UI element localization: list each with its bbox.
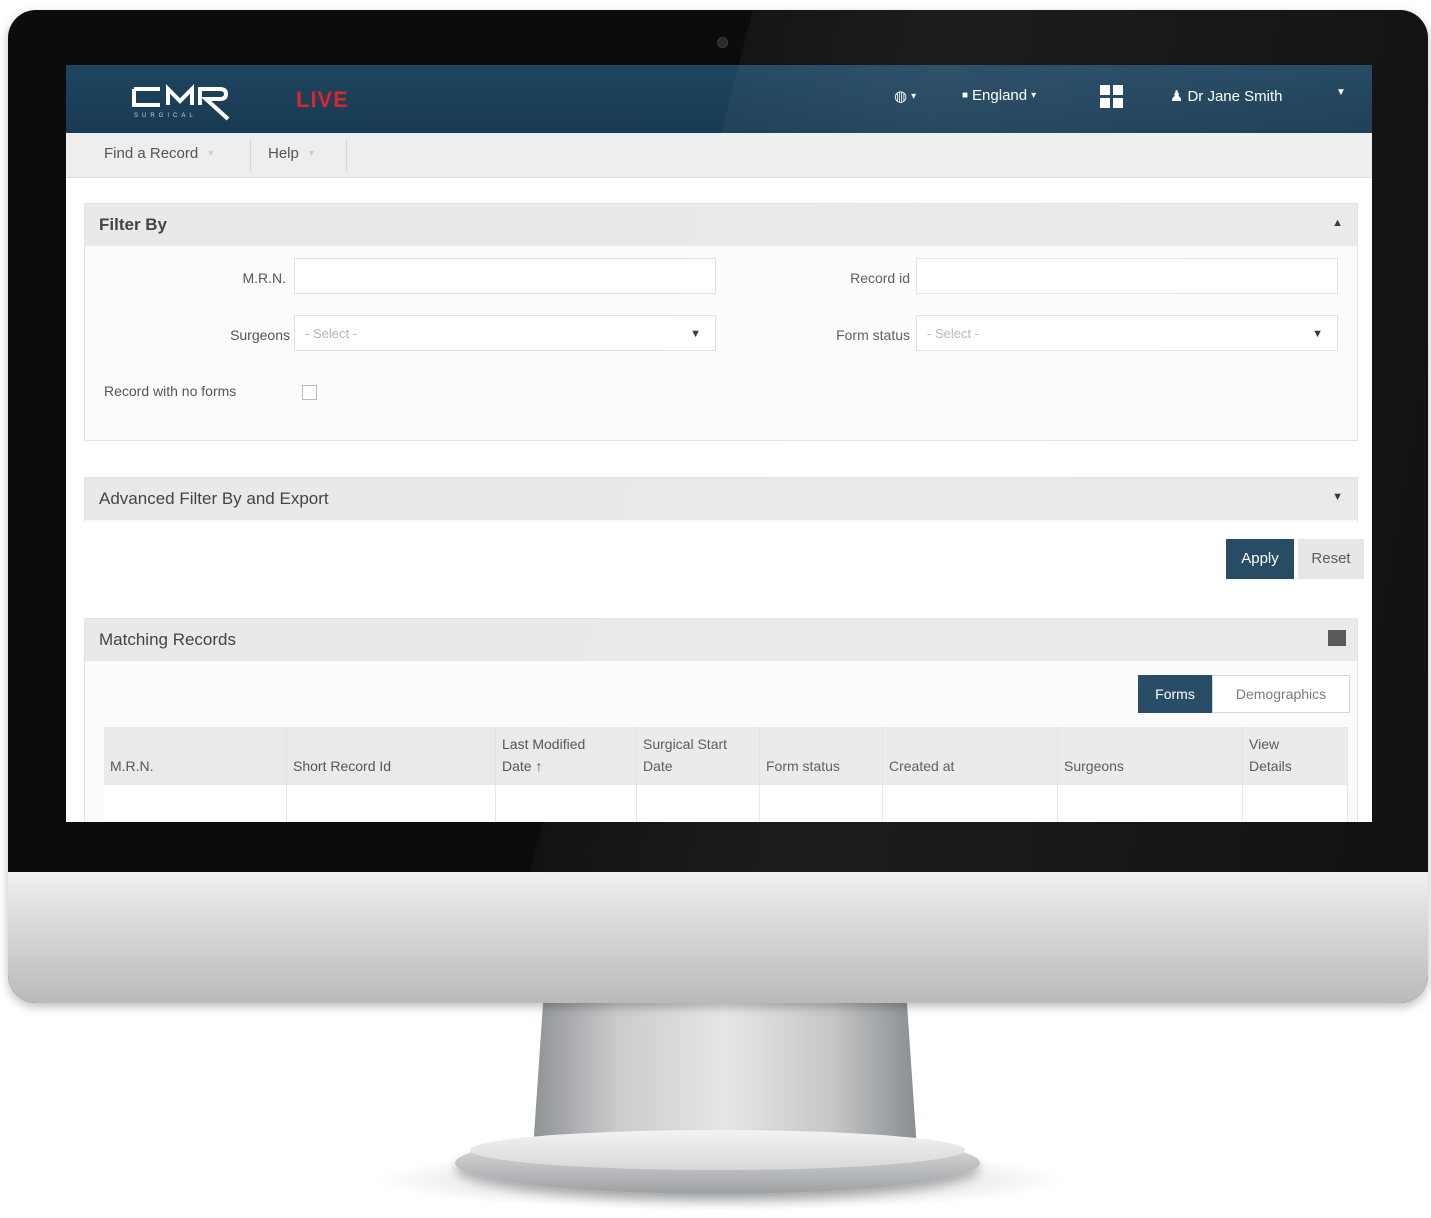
column-header-created-at[interactable]: Created at: [882, 727, 1058, 785]
table-cell: [759, 785, 883, 822]
column-header-mrn[interactable]: M.R.N.: [104, 727, 287, 785]
country-label: England: [972, 87, 1028, 104]
table-cell: [882, 785, 1058, 822]
table-cell: [1057, 785, 1243, 822]
record-id-input[interactable]: [916, 258, 1338, 294]
no-forms-checkbox[interactable]: [302, 385, 317, 400]
secondary-nav: Find a Record ▾ Help ▾: [66, 133, 1372, 178]
expand-icon[interactable]: ▼: [1332, 491, 1343, 503]
nav-divider: [346, 139, 347, 171]
table-cell: [495, 785, 637, 822]
table-row[interactable]: [104, 785, 1348, 822]
nav-find-a-record[interactable]: Find a Record ▾: [104, 145, 213, 162]
matching-records-title: Matching Records: [99, 630, 237, 649]
chevron-down-icon: ▼: [1336, 87, 1346, 98]
column-header-short-record-id[interactable]: Short Record Id: [286, 727, 496, 785]
chevron-down-icon: ▾: [911, 90, 917, 102]
table-menu-icon[interactable]: [1328, 630, 1346, 646]
table-cell: [104, 785, 287, 822]
filter-panel-header[interactable]: Filter By ▲: [85, 204, 1357, 246]
table-cell: [286, 785, 496, 822]
advanced-filter-header[interactable]: Advanced Filter By and Export ▼: [85, 478, 1357, 520]
globe-icon: ◍: [894, 88, 908, 105]
chevron-down-icon: ▼: [690, 328, 701, 340]
column-header-last-modified[interactable]: Last Modified Date ↑: [495, 727, 637, 785]
monitor: SURGICAL LIVE ◍ ▾ ■ England ▾ ♟ Dr Jane …: [8, 10, 1428, 1003]
advanced-filter-panel: Advanced Filter By and Export ▼: [84, 477, 1358, 522]
screen: SURGICAL LIVE ◍ ▾ ■ England ▾ ♟ Dr Jane …: [66, 65, 1372, 822]
user-icon: ♟: [1170, 88, 1184, 105]
form-status-select[interactable]: - Select - ▼: [916, 315, 1338, 351]
matching-records-header: Matching Records: [85, 619, 1357, 661]
table-cell: [636, 785, 760, 822]
filter-panel-title: Filter By: [99, 215, 168, 234]
monitor-stand-base-top: [470, 1130, 965, 1170]
mrn-label: M.R.N.: [242, 270, 286, 286]
chevron-down-icon: ▾: [308, 148, 314, 159]
camera-icon: [717, 37, 728, 48]
no-forms-label: Record with no forms: [104, 383, 237, 399]
form-status-label: Form status: [836, 327, 910, 343]
country-menu[interactable]: ■ England ▾: [962, 87, 1036, 104]
records-table: M.R.N. Short Record Id Last Modified Date…: [104, 727, 1348, 822]
table-header-row: M.R.N. Short Record Id Last Modified Date…: [104, 727, 1348, 785]
forms-view-toggle[interactable]: Forms: [1138, 675, 1212, 713]
apps-menu[interactable]: [1100, 85, 1123, 108]
chevron-down-icon: ▾: [208, 148, 214, 159]
flag-icon: ■: [962, 90, 969, 101]
form-status-select-value: - Select -: [927, 326, 980, 341]
surgeons-select-value: - Select -: [305, 326, 358, 341]
table-cell: [1242, 785, 1348, 822]
logo-subtext: SURGICAL: [134, 113, 197, 119]
mrn-input[interactable]: [294, 258, 716, 294]
chevron-down-icon: ▼: [1312, 328, 1323, 340]
user-menu-toggle[interactable]: ▼: [1336, 87, 1346, 98]
column-header-surgeons[interactable]: Surgeons: [1057, 727, 1243, 785]
nav-help[interactable]: Help ▾: [268, 145, 314, 162]
reset-button[interactable]: Reset: [1298, 539, 1364, 579]
column-header-form-status[interactable]: Form status: [759, 727, 883, 785]
column-header-surgical-start[interactable]: Surgical Start Date: [636, 727, 760, 785]
user-name: Dr Jane Smith: [1187, 87, 1283, 105]
grid-icon: [1100, 85, 1123, 108]
language-menu[interactable]: ◍ ▾: [894, 87, 916, 105]
top-navbar: SURGICAL LIVE ◍ ▾ ■ England ▾ ♟ Dr Jane …: [66, 65, 1372, 133]
apply-button[interactable]: Apply: [1226, 539, 1294, 579]
user-menu[interactable]: ♟ Dr Jane Smith: [1170, 87, 1283, 106]
monitor-chin: [8, 872, 1428, 1003]
nav-divider: [250, 139, 251, 171]
demographics-view-toggle[interactable]: Demographics: [1212, 675, 1350, 713]
advanced-filter-title: Advanced Filter By and Export: [99, 489, 329, 508]
record-id-label: Record id: [850, 270, 910, 286]
column-header-view-details[interactable]: View Details: [1242, 727, 1348, 785]
surgeons-select[interactable]: - Select - ▼: [294, 315, 716, 351]
collapse-icon[interactable]: ▲: [1332, 217, 1343, 229]
chevron-down-icon: ▾: [1031, 90, 1037, 101]
nav-help-label: Help: [268, 145, 299, 162]
environment-badge: LIVE: [296, 87, 349, 112]
surgeons-label: Surgeons: [230, 327, 290, 343]
nav-find-a-record-label: Find a Record: [104, 145, 199, 162]
